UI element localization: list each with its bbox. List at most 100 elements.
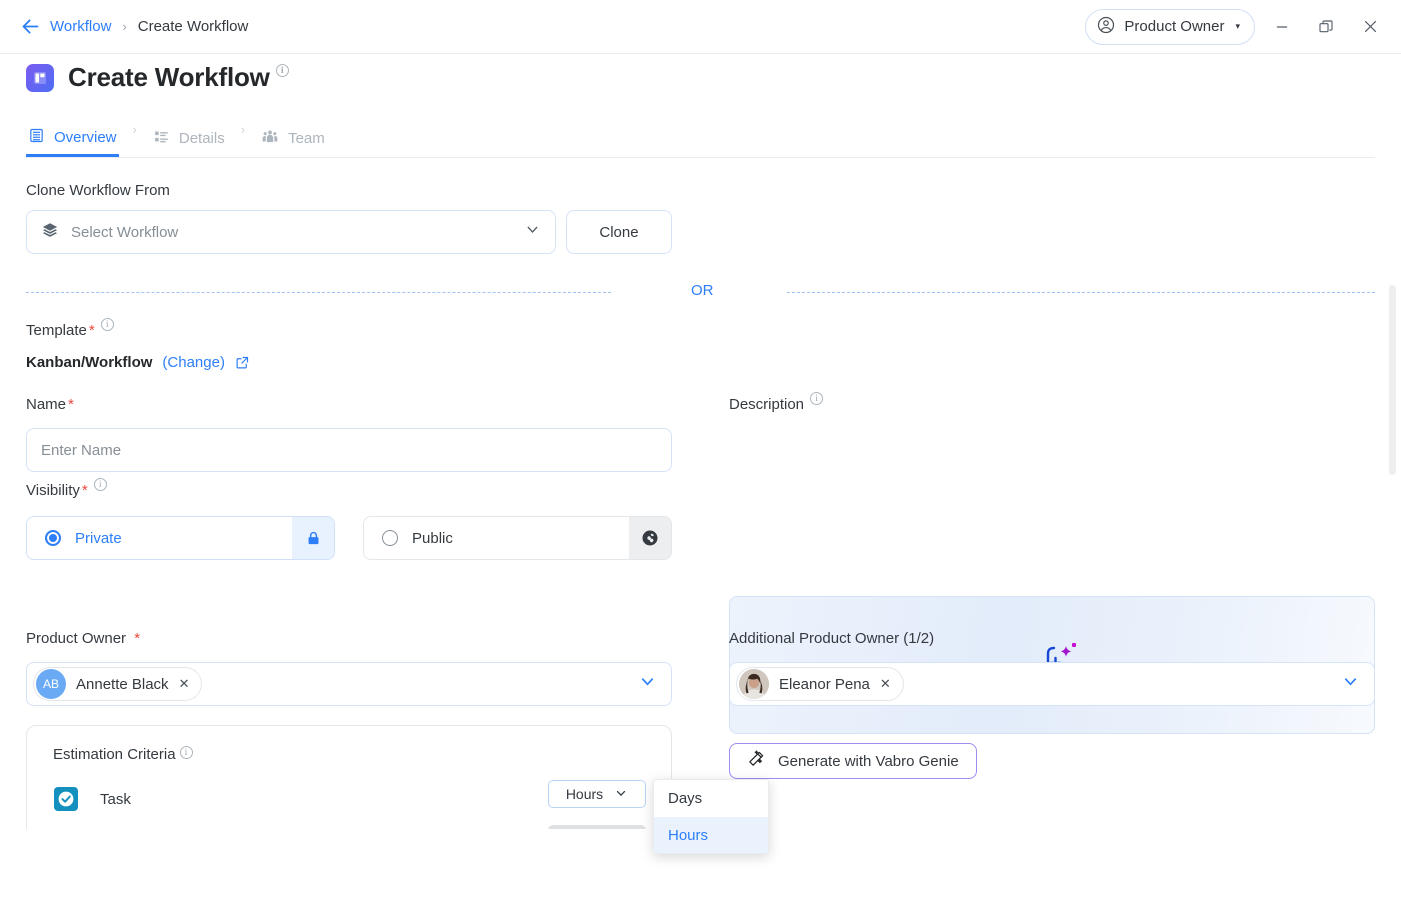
additional-product-owner-label: Additional Product Owner (1/2) [729,630,934,647]
visibility-info-icon[interactable]: i [94,478,107,491]
generate-with-vabro-genie-label: Generate with Vabro Genie [778,753,959,770]
or-divider-label: OR [691,282,714,299]
product-owner-select[interactable]: AB Annette Black ✕ [26,662,672,706]
avatar [739,669,769,699]
scrollbar-track[interactable] [1389,280,1396,840]
name-input[interactable] [26,428,672,472]
visibility-option-public[interactable]: Public [363,516,672,560]
name-label-text: Name [26,396,66,413]
additional-product-owner-chip-name: Eleanor Pena [779,676,870,693]
user-role-selector[interactable]: Product Owner ▾ [1085,9,1255,45]
clone-workflow-label: Clone Workflow From [26,182,170,199]
page-header: Create Workflowi [26,62,289,93]
layers-icon [41,221,59,244]
estimation-criteria-info-icon[interactable]: i [180,746,193,759]
external-link-icon[interactable] [235,355,250,370]
clone-button[interactable]: Clone [566,210,672,254]
window-controls-group: Product Owner ▾ [1085,9,1401,45]
name-label: Name* [26,396,74,413]
list-view-icon [28,127,45,148]
product-owner-required-mark: * [134,630,140,647]
form-scroll-area: Clone Workflow From Select Workflow Clon… [0,170,1401,830]
chevron-down-icon: ▾ [1235,21,1240,32]
tab-overview-label: Overview [54,129,117,146]
restore-button[interactable] [1309,10,1343,44]
tab-team[interactable]: Team [259,120,327,157]
visibility-public-main[interactable]: Public [364,517,629,559]
remove-product-owner-icon[interactable]: ✕ [179,676,190,692]
visibility-label: Visibility*i [26,482,107,499]
estimation-row-task-label: Task [100,791,131,808]
additional-product-owner-chip: Eleanor Pena ✕ [736,667,904,701]
task-check-icon [53,786,79,812]
back-arrow-icon[interactable] [16,13,44,41]
magic-wand-icon [747,750,765,772]
or-divider-left [26,292,611,293]
visibility-required-mark: * [82,482,88,499]
clone-workflow-placeholder: Select Workflow [71,224,524,241]
chevron-down-icon [614,786,628,803]
generate-with-vabro-genie-button[interactable]: Generate with Vabro Genie [729,743,977,779]
scrollbar-thumb[interactable] [1389,285,1396,475]
additional-product-owner-select[interactable]: Eleanor Pena ✕ [729,662,1375,706]
visibility-private-label: Private [75,530,122,547]
estimation-row-task: Task [53,786,131,812]
description-label: Descriptioni [729,396,823,413]
radio-unselected-icon [382,530,398,546]
page-title-info-icon[interactable]: i [272,53,289,83]
product-owner-label: Product Owner * [26,630,140,647]
tab-details[interactable]: Details [151,120,227,157]
details-list-icon [153,128,170,149]
lock-icon [292,517,334,559]
team-people-icon [261,128,279,149]
tab-details-label: Details [179,130,225,147]
template-required-mark: * [89,322,95,339]
visibility-public-label: Public [412,530,453,547]
template-value: Kanban/Workflow [26,354,152,371]
estimation-criteria-title: Estimation Criteriai [53,746,193,763]
user-circle-icon [1097,16,1115,38]
task-estimation-unit-value: Hours [566,786,603,802]
page-title: Create Workflowi [68,62,289,93]
breadcrumb-separator: › [122,19,126,34]
description-label-text: Description [729,396,804,413]
description-info-icon[interactable]: i [810,392,823,405]
clone-workflow-select[interactable]: Select Workflow [26,210,556,254]
product-owner-label-text: Product Owner [26,630,126,647]
kanban-board-logo-icon [26,64,54,92]
dropdown-option-hours[interactable]: Hours [654,817,768,854]
chevron-down-icon[interactable] [1341,672,1360,696]
radio-selected-icon [45,530,61,546]
estimation-unit-dropdown-menu: Days Hours [653,779,769,854]
template-value-row: Kanban/Workflow (Change) [26,354,250,371]
template-label-text: Template [26,322,87,339]
create-workflow-window: Workflow › Create Workflow Product Owner… [0,0,1401,901]
visibility-option-private[interactable]: Private [26,516,335,560]
tab-team-label: Team [288,130,325,147]
product-owner-chip-name: Annette Black [76,676,169,693]
template-change-link[interactable]: (Change) [162,354,225,371]
tab-overview[interactable]: Overview [26,120,119,157]
chevron-down-icon [524,221,541,243]
remove-additional-product-owner-icon[interactable]: ✕ [880,676,891,692]
breadcrumb-workflow-link[interactable]: Workflow [50,18,111,35]
template-info-icon[interactable]: i [101,318,114,331]
minimize-button[interactable] [1265,10,1299,44]
template-label: Template*i [26,322,114,339]
name-required-mark: * [68,396,74,413]
visibility-private-main[interactable]: Private [27,517,292,559]
close-button[interactable] [1353,10,1387,44]
breadcrumb-current: Create Workflow [138,18,249,35]
tab-separator-1: › [133,122,137,137]
avatar: AB [36,669,66,699]
visibility-label-text: Visibility [26,482,80,499]
user-role-label: Product Owner [1124,18,1224,35]
or-divider-right [787,292,1375,293]
task-estimation-unit-select[interactable]: Hours [548,780,646,808]
globe-icon [629,517,671,559]
dropdown-option-days[interactable]: Days [654,780,768,817]
product-owner-chip: AB Annette Black ✕ [33,667,202,701]
title-bar: Workflow › Create Workflow Product Owner… [0,0,1401,54]
tab-separator-2: › [241,122,245,137]
chevron-down-icon[interactable] [638,672,657,696]
